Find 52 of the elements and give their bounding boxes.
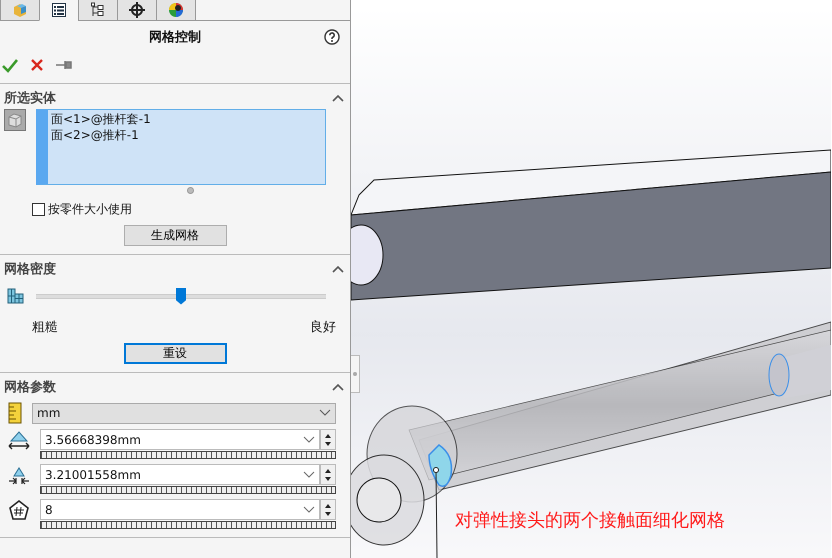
- face-selection-icon: [4, 109, 26, 131]
- spin-buttons[interactable]: [320, 464, 336, 485]
- resize-handle[interactable]: [186, 187, 194, 194]
- tab[interactable]: [117, 0, 157, 21]
- tab[interactable]: [156, 0, 196, 21]
- value-field[interactable]: 8: [40, 499, 320, 520]
- collapse-caret-icon[interactable]: [332, 383, 344, 391]
- checkbox-label: 按零件大小使用: [48, 201, 132, 218]
- section-title: 网格参数: [4, 379, 56, 396]
- slider-thumb[interactable]: [176, 288, 186, 304]
- chevron-down-icon[interactable]: [303, 470, 315, 478]
- min-label: 粗糙: [32, 319, 58, 336]
- confirm-icon[interactable]: [2, 57, 18, 73]
- tab[interactable]: [78, 0, 118, 21]
- collapse-caret-icon[interactable]: [332, 94, 344, 102]
- spin-buttons[interactable]: [320, 429, 336, 450]
- annotation-text: 对弹性接头的两个接触面细化网格: [455, 509, 725, 532]
- panel-title: 网格控制: [149, 29, 201, 46]
- spin-buttons[interactable]: [320, 499, 336, 520]
- property-list-icon: [51, 2, 67, 18]
- value-field[interactable]: 3.21001558mm: [40, 464, 320, 485]
- pin-icon[interactable]: [56, 59, 72, 71]
- chevron-down-icon: [319, 409, 331, 417]
- list-item[interactable]: 面<1>@推杆套-1: [51, 111, 322, 127]
- appearance-icon: [168, 2, 184, 18]
- chevron-down-icon[interactable]: [303, 506, 315, 514]
- part-icon: [12, 2, 28, 18]
- element-size-icon: [8, 430, 30, 450]
- help-icon[interactable]: [324, 29, 340, 45]
- element-tolerance-icon: [8, 465, 30, 485]
- crosshair-icon: [129, 2, 145, 18]
- tree-icon: [90, 2, 106, 18]
- cancel-icon[interactable]: [30, 58, 44, 72]
- thumbwheel[interactable]: [40, 521, 336, 529]
- thumbwheel[interactable]: [40, 486, 336, 494]
- section-title: 网格密度: [4, 260, 56, 278]
- panel-collapse-handle[interactable]: [351, 355, 360, 393]
- section-title: 所选实体: [4, 90, 56, 107]
- max-label: 良好: [310, 319, 336, 336]
- selection-list[interactable]: 面<1>@推杆套-1 面<2>@推杆-1: [36, 109, 326, 185]
- ruler-icon: [8, 402, 22, 424]
- list-item[interactable]: 面<2>@推杆-1: [51, 127, 322, 143]
- value-field[interactable]: 3.56668398mm: [40, 429, 320, 450]
- thumbwheel[interactable]: [40, 451, 336, 459]
- mesh-blocks-icon: [6, 286, 26, 306]
- generate-mesh-button[interactable]: 生成网格: [124, 225, 226, 246]
- collapse-caret-icon[interactable]: [332, 265, 344, 273]
- checkbox[interactable]: [32, 203, 45, 216]
- unit-dropdown[interactable]: mm: [32, 402, 336, 424]
- reset-button[interactable]: 重设: [124, 343, 226, 364]
- chevron-down-icon[interactable]: [303, 436, 315, 444]
- hash-pentagon-icon: [8, 500, 30, 520]
